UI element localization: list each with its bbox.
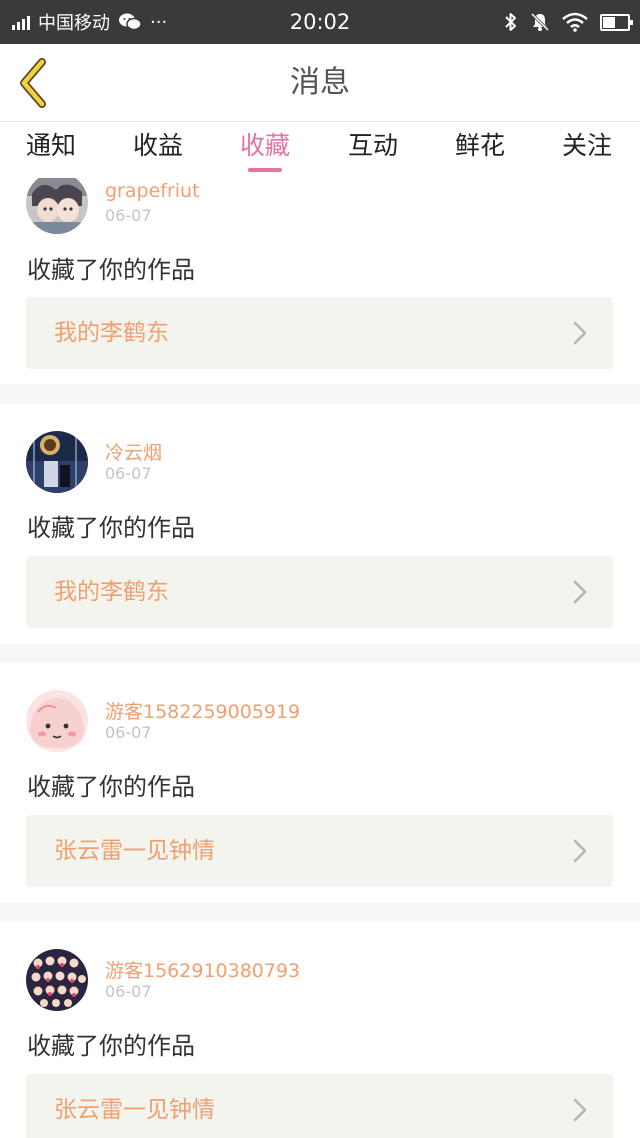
signal-icon xyxy=(12,14,30,30)
back-button[interactable] xyxy=(12,58,56,108)
status-left: 中国移动 ··· xyxy=(12,0,167,44)
wechat-icon xyxy=(119,13,142,31)
user-name[interactable]: 游客1582259005919 xyxy=(105,697,300,724)
post-date: 06-07 xyxy=(105,464,152,483)
tab-label: 互动 xyxy=(348,131,399,160)
battery-icon xyxy=(600,13,633,31)
tab-label: 鲜花 xyxy=(455,131,506,160)
tab-label: 通知 xyxy=(26,131,77,160)
wifi-icon xyxy=(562,12,588,32)
action-text: 收藏了你的作品 xyxy=(27,256,195,284)
tab-label: 关注 xyxy=(562,131,613,160)
avatar[interactable] xyxy=(26,178,88,234)
action-text: 收藏了你的作品 xyxy=(27,1032,195,1060)
chevron-right-icon xyxy=(573,580,587,604)
status-right xyxy=(504,0,633,44)
post-date: 06-07 xyxy=(105,982,152,1001)
avatar[interactable] xyxy=(26,949,88,1011)
page-title: 消息 xyxy=(290,65,350,100)
post-date: 06-07 xyxy=(105,206,152,225)
action-text: 收藏了你的作品 xyxy=(27,514,195,542)
tab-flowers[interactable]: 鲜花 xyxy=(455,122,505,178)
avatar[interactable] xyxy=(26,690,88,752)
list-item: 游客1582259005919 06-07 收藏了你的作品 张云雷一见钟情 xyxy=(0,663,640,903)
list-item: 冷云烟 06-07 收藏了你的作品 我的李鹤东 xyxy=(0,404,640,644)
list-item: grapefriut 06-07 收藏了你的作品 我的李鹤东 xyxy=(0,178,640,384)
active-tab-indicator xyxy=(248,168,282,172)
work-link[interactable]: 张云雷一见钟情 xyxy=(26,1074,613,1138)
carrier-name: 中国移动 xyxy=(38,13,110,34)
chevron-right-icon xyxy=(573,321,587,345)
work-title: 张云雷一见钟情 xyxy=(54,1097,215,1123)
tab-earnings[interactable]: 收益 xyxy=(133,122,183,178)
user-name[interactable]: 游客1562910380793 xyxy=(105,956,300,983)
work-link[interactable]: 张云雷一见钟情 xyxy=(26,815,613,887)
back-arrow-icon xyxy=(20,58,46,108)
more-notifications-indicator: ··· xyxy=(150,11,168,33)
tab-following[interactable]: 关注 xyxy=(562,122,612,178)
work-title: 我的李鹤东 xyxy=(54,579,169,605)
work-title: 我的李鹤东 xyxy=(54,320,169,346)
mute-bell-icon xyxy=(530,12,550,32)
work-title: 张云雷一见钟情 xyxy=(54,838,215,864)
bluetooth-icon xyxy=(505,13,516,31)
tab-label: 收益 xyxy=(133,131,184,160)
favorites-list[interactable]: grapefriut 06-07 收藏了你的作品 我的李鹤东 冷云烟 06-07… xyxy=(0,178,640,1138)
tab-label: 收藏 xyxy=(240,131,291,160)
user-name[interactable]: grapefriut xyxy=(105,180,200,202)
chevron-right-icon xyxy=(573,839,587,863)
avatar[interactable] xyxy=(26,431,88,493)
nav-bar: 消息 xyxy=(0,44,640,122)
list-item: 游客1562910380793 06-07 收藏了你的作品 张云雷一见钟情 xyxy=(0,922,640,1138)
user-name[interactable]: 冷云烟 xyxy=(105,438,162,465)
tab-interactions[interactable]: 互动 xyxy=(348,122,398,178)
work-link[interactable]: 我的李鹤东 xyxy=(26,556,613,628)
post-date: 06-07 xyxy=(105,723,152,742)
tab-bar: 通知 收益 收藏 互动 鲜花 关注 xyxy=(0,122,640,178)
tab-notifications[interactable]: 通知 xyxy=(26,122,76,178)
work-link[interactable]: 我的李鹤东 xyxy=(26,297,613,369)
chevron-right-icon xyxy=(573,1098,587,1122)
tab-favorites[interactable]: 收藏 xyxy=(240,122,290,178)
action-text: 收藏了你的作品 xyxy=(27,773,195,801)
status-bar: 中国移动 ··· 20:02 xyxy=(0,0,640,44)
